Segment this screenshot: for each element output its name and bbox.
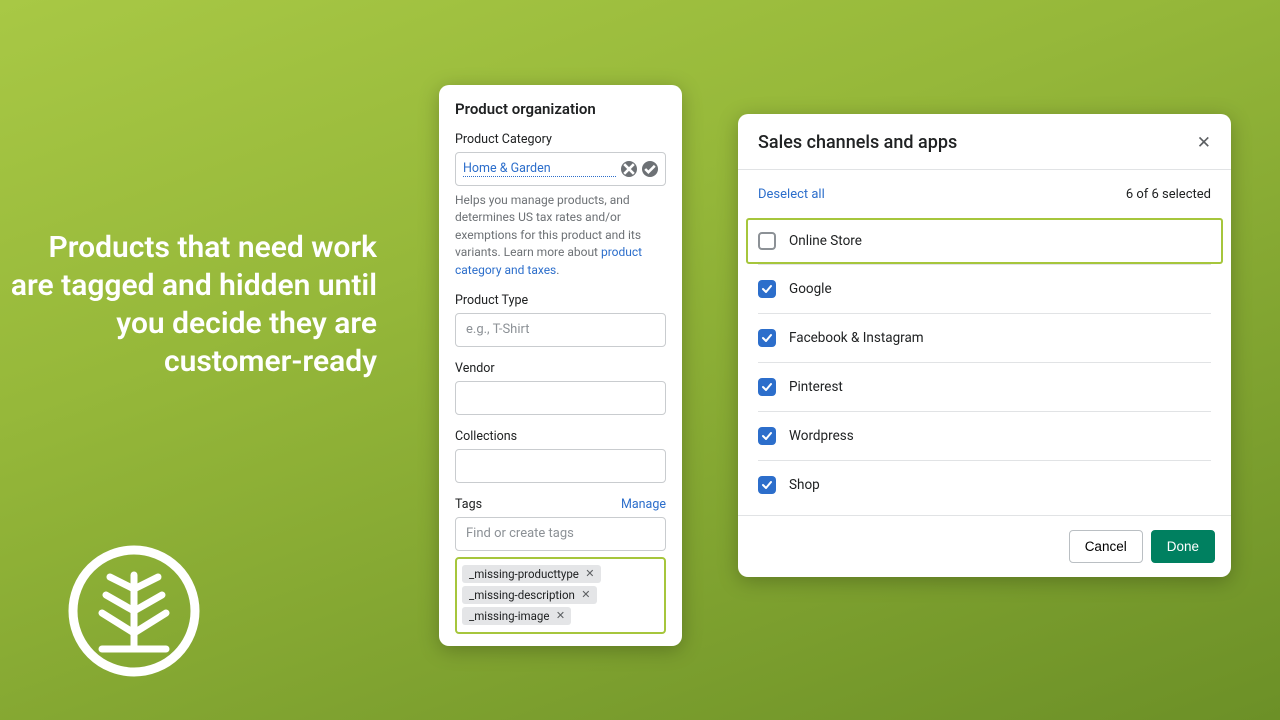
tag-pill: _missing-image ✕ — [462, 607, 571, 625]
selection-count: 6 of 6 selected — [1126, 187, 1211, 202]
checkbox[interactable] — [758, 476, 776, 494]
manage-tags-link[interactable]: Manage — [621, 497, 666, 512]
channel-row[interactable]: Google — [758, 264, 1211, 313]
checkbox[interactable] — [758, 280, 776, 298]
product-organization-card: Product organization Product Category Ho… — [439, 85, 682, 646]
tags-input[interactable] — [455, 517, 666, 551]
tags-label: Tags — [455, 497, 482, 512]
category-label: Product Category — [455, 132, 666, 147]
remove-tag-icon[interactable]: ✕ — [584, 567, 596, 580]
channel-row[interactable]: Facebook & Instagram — [758, 313, 1211, 362]
brand-logo — [68, 545, 200, 677]
vendor-label: Vendor — [455, 361, 666, 376]
done-button[interactable]: Done — [1151, 530, 1215, 563]
category-field[interactable]: Home & Garden — [455, 152, 666, 186]
remove-tag-icon[interactable]: ✕ — [554, 609, 566, 622]
checkbox[interactable] — [758, 232, 776, 250]
close-icon[interactable]: ✕ — [1197, 133, 1211, 153]
deselect-all-link[interactable]: Deselect all — [758, 187, 825, 202]
vendor-input[interactable] — [455, 381, 666, 415]
collections-label: Collections — [455, 429, 666, 444]
modal-title: Sales channels and apps — [758, 132, 957, 153]
product-type-input[interactable] — [455, 313, 666, 347]
sales-channels-modal: Sales channels and apps ✕ Deselect all 6… — [738, 114, 1231, 577]
tag-pill: _missing-producttype ✕ — [462, 565, 601, 583]
cancel-button[interactable]: Cancel — [1069, 530, 1143, 563]
tags-highlight-box: _missing-producttype ✕ _missing-descript… — [455, 557, 666, 634]
channel-name: Facebook & Instagram — [789, 330, 924, 346]
channel-name: Pinterest — [789, 379, 843, 395]
channel-name: Wordpress — [789, 428, 854, 444]
clear-category-icon[interactable] — [621, 161, 637, 177]
channel-name: Google — [789, 281, 832, 297]
channel-row[interactable]: Wordpress — [758, 411, 1211, 460]
collections-input[interactable] — [455, 449, 666, 483]
category-help-text: Helps you manage products, and determine… — [455, 192, 666, 279]
card-title: Product organization — [455, 100, 666, 118]
channel-row[interactable]: Online Store — [746, 218, 1223, 264]
tag-pill: _missing-description ✕ — [462, 586, 597, 604]
confirm-category-icon[interactable] — [642, 161, 658, 177]
channel-name: Shop — [789, 477, 820, 493]
category-value: Home & Garden — [463, 161, 616, 177]
checkbox[interactable] — [758, 427, 776, 445]
remove-tag-icon[interactable]: ✕ — [580, 588, 592, 601]
hero-text: Products that need work are tagged and h… — [0, 229, 395, 381]
type-label: Product Type — [455, 293, 666, 308]
channel-row[interactable]: Shop — [758, 460, 1211, 509]
checkbox[interactable] — [758, 329, 776, 347]
channel-name: Online Store — [789, 233, 862, 249]
channel-row[interactable]: Pinterest — [758, 362, 1211, 411]
checkbox[interactable] — [758, 378, 776, 396]
